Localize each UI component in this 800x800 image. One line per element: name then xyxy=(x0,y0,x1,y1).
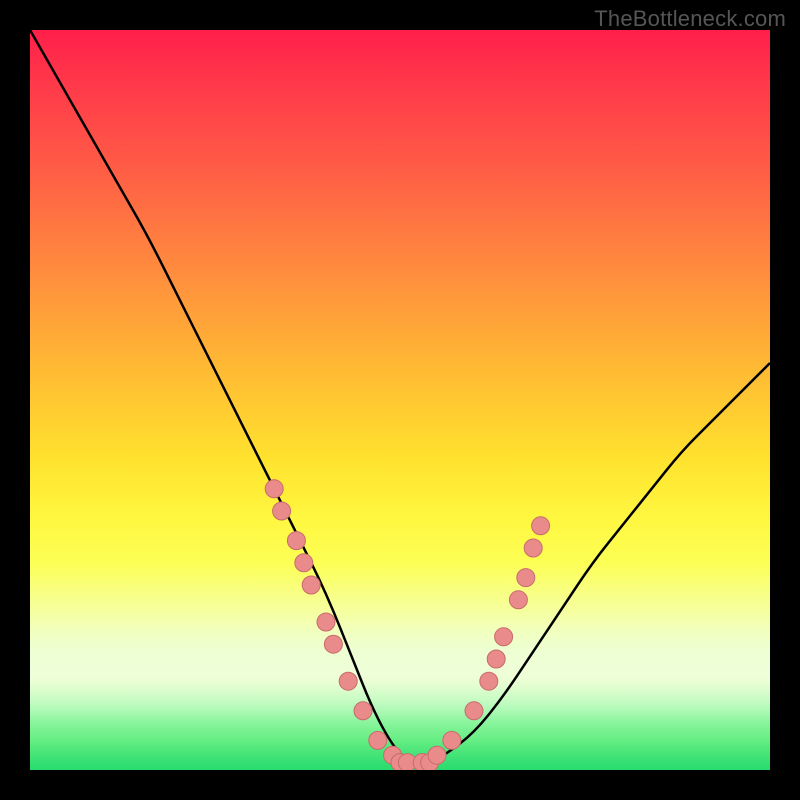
data-marker xyxy=(273,502,291,520)
data-marker xyxy=(487,650,505,668)
data-marker xyxy=(265,480,283,498)
data-marker xyxy=(532,517,550,535)
bottleneck-curve xyxy=(30,30,770,763)
data-marker xyxy=(287,532,305,550)
data-marker xyxy=(480,672,498,690)
plot-area xyxy=(30,30,770,770)
data-marker xyxy=(428,746,446,764)
data-marker xyxy=(524,539,542,557)
data-marker xyxy=(495,628,513,646)
data-marker xyxy=(465,702,483,720)
data-marker xyxy=(354,702,372,720)
data-marker xyxy=(339,672,357,690)
chart-frame: TheBottleneck.com xyxy=(0,0,800,800)
watermark-text: TheBottleneck.com xyxy=(594,6,786,32)
data-marker xyxy=(443,731,461,749)
data-marker xyxy=(369,731,387,749)
data-marker xyxy=(317,613,335,631)
data-marker xyxy=(517,569,535,587)
data-marker xyxy=(302,576,320,594)
data-marker xyxy=(509,591,527,609)
data-marker xyxy=(324,635,342,653)
data-marker xyxy=(295,554,313,572)
chart-svg xyxy=(30,30,770,770)
